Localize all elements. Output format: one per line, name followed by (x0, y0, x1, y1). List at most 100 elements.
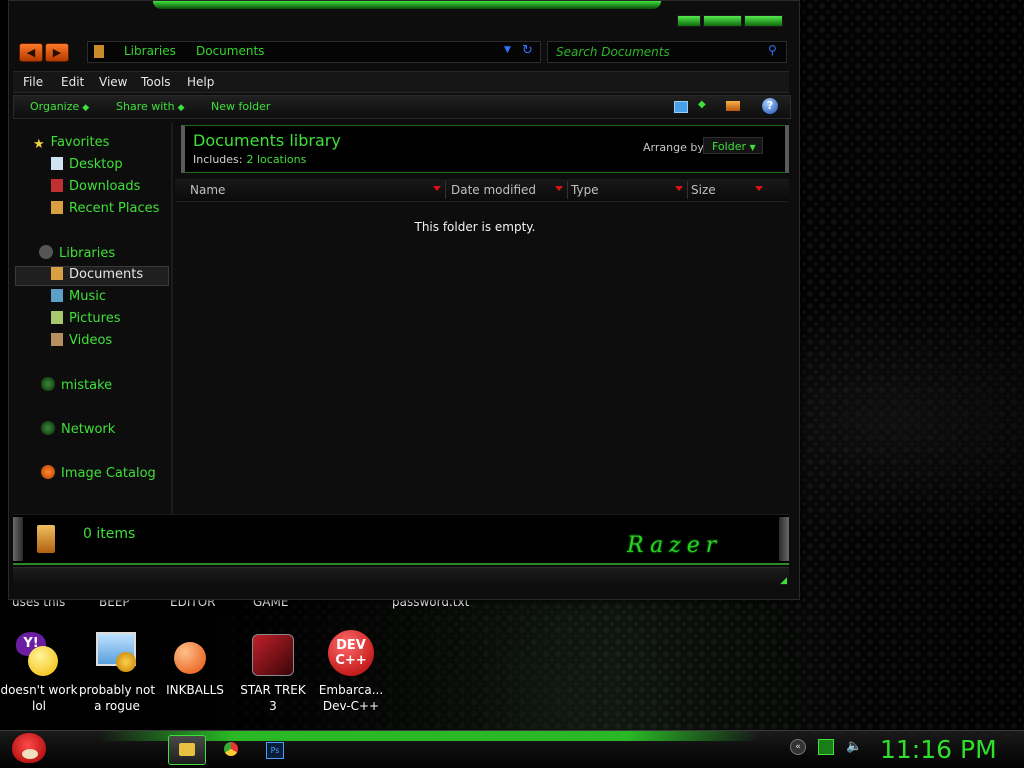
nav-network[interactable]: Network (41, 421, 115, 439)
column-type-dropdown-icon[interactable] (675, 186, 683, 191)
menu-bar: File Edit View Tools Help (13, 71, 789, 93)
taskbar-photoshop-button[interactable]: Ps (256, 735, 292, 763)
minimize-button[interactable] (677, 15, 701, 27)
column-divider[interactable] (567, 181, 568, 199)
library-header: Documents library Includes: 2 locations A… (181, 125, 789, 173)
volume-icon[interactable]: 🔈 (846, 740, 862, 754)
column-type[interactable]: Type (571, 183, 599, 197)
taskbar-chrome-button[interactable] (214, 735, 250, 763)
menu-tools[interactable]: Tools (141, 75, 171, 89)
includes-locations-link[interactable]: 2 locations (246, 153, 306, 166)
documents-icon (51, 267, 63, 280)
empty-folder-message: This folder is empty. (414, 220, 536, 234)
column-name-dropdown-icon[interactable] (433, 186, 441, 191)
back-button[interactable]: ◀ (19, 43, 43, 62)
start-button[interactable] (8, 727, 52, 767)
nav-favorites[interactable]: ★ Favorites (33, 135, 109, 153)
nav-recent-places[interactable]: Recent Places (51, 201, 159, 219)
change-view-icon[interactable] (674, 101, 688, 113)
nav-pictures[interactable]: Pictures (51, 311, 120, 329)
taskbar-explorer-button[interactable] (168, 735, 206, 765)
new-folder-button[interactable]: New folder (211, 100, 270, 113)
refresh-icon[interactable]: ↻ (522, 43, 533, 58)
show-hidden-icons-icon[interactable]: « (790, 739, 806, 755)
column-date-dropdown-icon[interactable] (555, 186, 563, 191)
nav-image-catalog[interactable]: Image Catalog (41, 465, 156, 483)
downloads-icon (51, 179, 63, 192)
chevron-down-icon[interactable]: ▼ (504, 45, 511, 55)
resize-grip-icon[interactable]: ◢ (780, 576, 787, 586)
breadcrumb-documents[interactable]: Documents (196, 44, 264, 58)
menu-view[interactable]: View (99, 75, 127, 89)
homegroup-icon (41, 377, 55, 391)
column-date-modified[interactable]: Date modified (451, 183, 536, 197)
search-input[interactable] (556, 44, 756, 59)
pane-splitter[interactable] (171, 123, 173, 513)
column-size-dropdown-icon[interactable] (755, 186, 763, 191)
nav-videos[interactable]: Videos (51, 333, 112, 351)
navigation-pane: ★ Favorites Desktop Downloads Recent Plac… (13, 123, 171, 513)
help-button[interactable]: ? (762, 98, 778, 114)
arrange-by-dropdown[interactable]: Folder ▼ (703, 137, 763, 154)
nav-buttons: ◀ ▶ (19, 43, 69, 62)
close-button[interactable] (744, 15, 783, 27)
command-bar: Organize ◆ Share with ◆ New folder ◆ ? (13, 95, 791, 119)
chevron-down-icon: ▼ (749, 143, 756, 152)
desktop-icon-label[interactable]: STAR TREK 3 (234, 682, 312, 714)
share-with-button[interactable]: Share with ◆ (116, 100, 185, 113)
column-name[interactable]: Name (190, 183, 225, 197)
library-icon (94, 45, 104, 58)
yahoo-messenger-icon[interactable]: Y! (16, 632, 60, 676)
desktop-icon-label[interactable]: probably not a rogue (78, 682, 156, 714)
network-icon (41, 421, 55, 435)
search-box[interactable]: ⚲ (547, 41, 787, 63)
column-size[interactable]: Size (691, 183, 716, 197)
arrange-by-label: Arrange by: (643, 141, 707, 154)
address-bar[interactable]: Libraries Documents ▼ ↻ (87, 41, 541, 63)
recent-places-icon (51, 201, 63, 214)
preview-pane-icon[interactable] (726, 101, 740, 111)
status-bar: ◢ (13, 567, 789, 588)
details-pane-edge (779, 517, 789, 561)
nav-desktop[interactable]: Desktop (51, 157, 123, 175)
system-tray: « 🔈 (790, 739, 862, 755)
inkball-icon[interactable] (172, 632, 216, 676)
nav-downloads[interactable]: Downloads (51, 179, 140, 197)
column-divider[interactable] (445, 181, 446, 199)
star-icon: ★ (33, 137, 45, 152)
desktop-icon-label[interactable]: doesn't work lol (0, 682, 78, 714)
window-controls (677, 15, 783, 27)
desktop-icon-label[interactable]: Embarca... Dev-C++ (312, 682, 390, 714)
view-options-icon[interactable]: ◆ (698, 99, 706, 110)
explorer-window: ◀ ▶ Libraries Documents ▼ ↻ ⚲ File Edit … (8, 0, 800, 600)
search-icon[interactable]: ⚲ (768, 43, 777, 57)
column-divider[interactable] (687, 181, 688, 199)
pictures-icon (51, 311, 63, 324)
column-headers: Name Date modified Type Size (175, 179, 789, 202)
library-includes: Includes: 2 locations (193, 153, 307, 166)
nav-homegroup[interactable]: mistake (41, 377, 112, 395)
organize-button[interactable]: Organize ◆ (30, 100, 89, 113)
libraries-icon (39, 245, 53, 259)
taskbar-clock[interactable]: 11:16 PM (880, 735, 997, 764)
network-tray-icon[interactable] (818, 739, 834, 755)
menu-help[interactable]: Help (187, 75, 214, 89)
nav-documents[interactable]: Documents (51, 267, 143, 285)
menu-edit[interactable]: Edit (61, 75, 84, 89)
desktop-icon-label[interactable]: INKBALLS (156, 682, 234, 698)
chrome-icon (224, 742, 238, 756)
breadcrumb-libraries[interactable]: Libraries (124, 44, 176, 58)
dev-cpp-badge: DEV C++ (328, 630, 374, 676)
maximize-button[interactable] (703, 15, 742, 27)
angry-bird-belly (22, 749, 38, 759)
forward-button[interactable]: ▶ (45, 43, 69, 62)
nav-libraries[interactable]: Libraries (39, 245, 115, 263)
menu-file[interactable]: File (23, 75, 43, 89)
star-trek-game-icon[interactable] (252, 634, 296, 678)
desktop-background: uses this BEEP EDITOR GAME password.txt … (0, 0, 1024, 768)
dev-cpp-icon[interactable]: DEV C++ (328, 630, 374, 676)
image-catalog-icon (41, 465, 55, 479)
music-icon (51, 289, 63, 302)
settings-monitor-icon[interactable] (94, 632, 138, 676)
nav-music[interactable]: Music (51, 289, 106, 307)
